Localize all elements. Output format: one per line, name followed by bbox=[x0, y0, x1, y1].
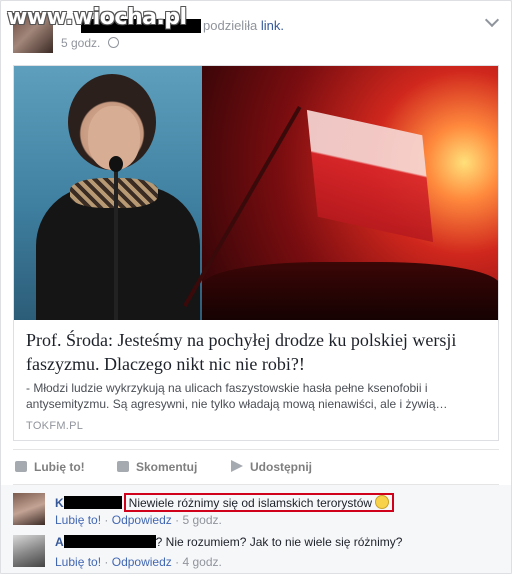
like-button[interactable]: Lubię to! bbox=[15, 460, 85, 474]
header-link[interactable]: link. bbox=[261, 18, 284, 33]
chevron-down-icon[interactable] bbox=[484, 12, 500, 28]
comment-actions: Lubię to! · Odpowiedz · 4 godz. bbox=[55, 555, 222, 569]
photo-mic-stand bbox=[114, 162, 118, 320]
comment-button[interactable]: Skomentuj bbox=[117, 460, 197, 474]
comment-reply-link[interactable]: Odpowiedz bbox=[112, 555, 172, 569]
comment-label: Skomentuj bbox=[136, 460, 198, 474]
comment-reply-link[interactable]: Odpowiedz bbox=[112, 513, 172, 527]
header-action: podzieliła bbox=[203, 18, 258, 33]
comments-section: K Niewiele różnimy się od islamskich tero… bbox=[1, 485, 511, 573]
post-actions: Lubię to! Skomentuj Udostępnij bbox=[13, 449, 499, 485]
redacted-name bbox=[63, 535, 156, 548]
post-time[interactable]: 5 godz. bbox=[61, 36, 100, 50]
highlighted-comment-box: Niewiele różnimy się od islamskich teror… bbox=[123, 493, 395, 512]
photo-crowd bbox=[202, 262, 498, 320]
post-meta: 5 godz. bbox=[61, 36, 119, 50]
smiley-icon bbox=[375, 495, 390, 509]
photo-flag bbox=[306, 109, 434, 243]
comment-like-link[interactable]: Lubię to! bbox=[55, 555, 101, 569]
share-label: Udostępnij bbox=[250, 460, 312, 474]
link-description: - Młodzi ludzie wykrzykują na ulicach fa… bbox=[26, 381, 448, 411]
comment: K Niewiele różnimy się od islamskich tero… bbox=[13, 491, 499, 531]
comment-time[interactable]: 4 godz. bbox=[182, 555, 221, 569]
comment-icon bbox=[117, 461, 129, 472]
commenter-avatar[interactable] bbox=[13, 535, 45, 567]
photo-march-flares bbox=[183, 66, 498, 320]
photo-speaker bbox=[14, 66, 202, 320]
link-image[interactable] bbox=[14, 66, 498, 320]
commenter-name[interactable]: A bbox=[55, 535, 64, 549]
comment-actions: Lubię to! · Odpowiedz · 5 godz. bbox=[55, 513, 222, 527]
share-icon bbox=[231, 460, 243, 472]
commenter-avatar[interactable] bbox=[13, 493, 45, 525]
commenter-name[interactable]: K bbox=[55, 496, 64, 510]
redacted-name bbox=[63, 496, 122, 509]
post-card: www.wiocha.pl podzieliła link. 5 godz. P… bbox=[0, 0, 512, 574]
comment-time[interactable]: 5 godz. bbox=[182, 513, 221, 527]
comment-text: Niewiele różnimy się od islamskich teror… bbox=[128, 496, 373, 510]
watermark: www.wiocha.pl bbox=[7, 5, 187, 30]
like-label: Lubię to! bbox=[34, 460, 85, 474]
thumbs-up-icon bbox=[15, 461, 27, 472]
globe-icon bbox=[107, 37, 119, 48]
share-button[interactable]: Udostępnij bbox=[231, 460, 312, 474]
comment-like-link[interactable]: Lubię to! bbox=[55, 513, 101, 527]
link-preview[interactable]: Prof. Środa: Jesteśmy na pochyłej drodze… bbox=[13, 65, 499, 441]
link-title[interactable]: Prof. Środa: Jesteśmy na pochyłej drodze… bbox=[26, 328, 488, 376]
header-line: podzieliła link. bbox=[203, 18, 284, 33]
comment-line: K Niewiele różnimy się od islamskich tero… bbox=[55, 493, 395, 512]
comment-line: A ? Nie rozumiem? Jak to nie wiele się ró… bbox=[55, 535, 402, 549]
photo-mic bbox=[109, 156, 123, 172]
comment: A ? Nie rozumiem? Jak to nie wiele się ró… bbox=[13, 533, 499, 573]
comment-text: ? Nie rozumiem? Jak to nie wiele się róż… bbox=[155, 535, 403, 549]
link-source: TOKFM.PL bbox=[26, 420, 84, 432]
